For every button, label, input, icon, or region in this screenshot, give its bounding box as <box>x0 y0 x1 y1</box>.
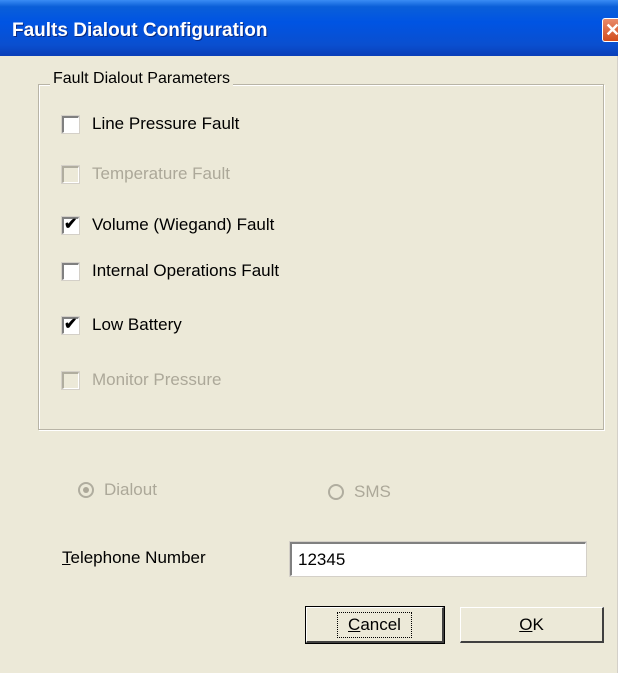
checkbox-box <box>61 370 80 390</box>
radio-indicator <box>78 482 94 498</box>
checkbox-line-pressure-fault[interactable]: Line Pressure Fault <box>61 114 240 134</box>
radio-sms: SMS <box>328 481 391 503</box>
checkbox-temperature-fault: Temperature Fault <box>61 164 230 184</box>
checkbox-box <box>61 164 80 184</box>
checkbox-label: Monitor Pressure <box>92 370 222 389</box>
close-button[interactable]: ✕ <box>602 18 618 42</box>
checkbox-label: Low Battery <box>92 315 182 334</box>
title-bar[interactable]: Faults Dialout Configuration ✕ <box>0 0 618 56</box>
radio-selected-dot <box>83 487 89 493</box>
checkbox-internal-operations-fault[interactable]: Internal Operations Fault <box>61 261 280 281</box>
checkbox-label: Internal Operations Fault <box>92 261 280 280</box>
checkmark-icon: ✔ <box>64 215 78 233</box>
checkmark-icon: ✔ <box>64 315 78 333</box>
checkbox-label: Temperature Fault <box>92 164 230 183</box>
telephone-number-label: Telephone Number <box>62 548 206 567</box>
cancel-button-label: Cancel <box>337 611 412 638</box>
telephone-number-input[interactable] <box>289 541 587 577</box>
checkbox-box[interactable] <box>61 114 80 134</box>
cancel-button[interactable]: Cancel <box>305 606 445 644</box>
radio-label: SMS <box>354 482 391 501</box>
checkbox-box[interactable]: ✔ <box>61 215 80 235</box>
dialog-window: Faults Dialout Configuration ✕ Fault Dia… <box>0 0 618 673</box>
checkbox-box[interactable]: ✔ <box>61 315 80 335</box>
window-title: Faults Dialout Configuration <box>12 20 268 41</box>
checkbox-low-battery[interactable]: ✔ Low Battery <box>61 315 182 335</box>
radio-dialout: Dialout <box>78 479 157 501</box>
checkbox-monitor-pressure: Monitor Pressure <box>61 370 222 390</box>
group-legend: Fault Dialout Parameters <box>50 70 233 88</box>
checkbox-box[interactable] <box>61 261 80 281</box>
checkbox-volume-wiegand-fault[interactable]: ✔ Volume (Wiegand) Fault <box>61 215 275 235</box>
ok-button-label: OK <box>519 614 544 634</box>
radio-indicator <box>328 484 344 500</box>
ok-button[interactable]: OK <box>460 607 604 643</box>
close-icon: ✕ <box>605 19 618 41</box>
checkbox-label: Line Pressure Fault <box>92 114 240 133</box>
checkbox-label: Volume (Wiegand) Fault <box>92 215 275 234</box>
radio-label: Dialout <box>104 480 157 499</box>
